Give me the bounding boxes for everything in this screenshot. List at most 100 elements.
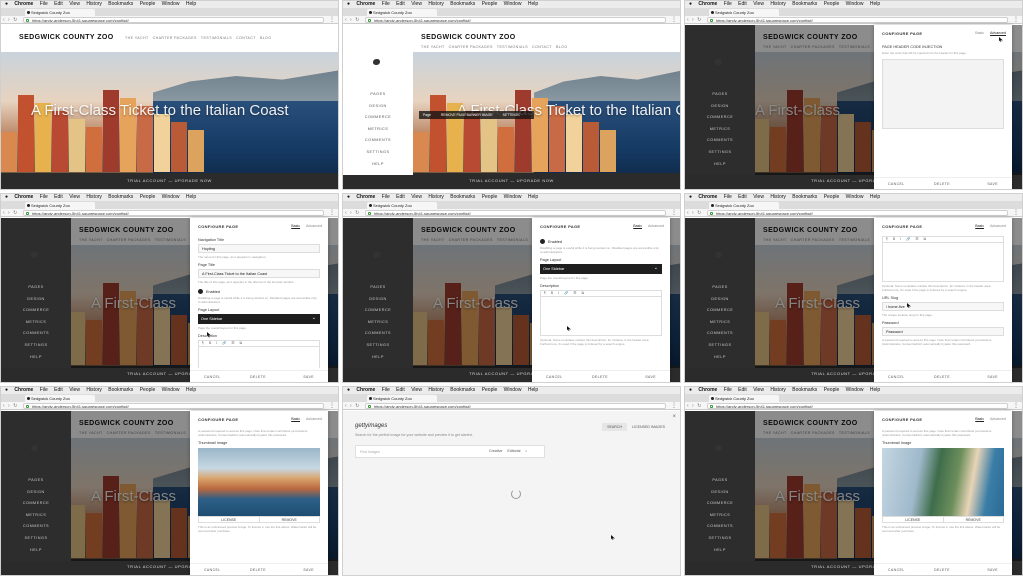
sidebar-item-comments[interactable]: COMMENTS (685, 521, 755, 533)
tab-basic[interactable]: Basic (291, 224, 300, 228)
tab-basic[interactable]: Basic (975, 224, 984, 228)
sidebar-item-metrics[interactable]: METRICS (1, 317, 71, 329)
menu-history[interactable]: History (428, 1, 444, 7)
sidebar-item-comments[interactable]: COMMENTS (343, 135, 413, 147)
option-editorial[interactable]: Editorial (507, 449, 520, 453)
delete-button[interactable]: DELETE (934, 182, 950, 186)
sidebar-item-commerce[interactable]: COMMERCE (685, 112, 755, 124)
save-button[interactable]: SAVE (303, 568, 314, 572)
menu-help[interactable]: Help (870, 387, 880, 393)
menu-edit[interactable]: Edit (396, 387, 405, 393)
sidebar-item-metrics[interactable]: METRICS (1, 510, 71, 522)
sidebar-item-help[interactable]: HELP (1, 545, 71, 557)
page-layout-select[interactable]: One Sidebar (540, 263, 662, 274)
sidebar-item-pages[interactable]: PAGES (685, 89, 755, 101)
menu-window[interactable]: Window (162, 387, 180, 393)
tab-advanced[interactable]: Advanced (990, 224, 1006, 228)
menu-chrome[interactable]: Chrome (14, 387, 33, 393)
delete-button[interactable]: DELETE (250, 375, 266, 379)
nav-buttons[interactable]: ‹ › ↻ (3, 209, 18, 217)
menu-file[interactable]: File (40, 194, 48, 200)
menu-people[interactable]: People (824, 1, 840, 7)
menu-bookmarks[interactable]: Bookmarks (108, 1, 133, 7)
address-bar[interactable]: https://andy-anderson-5h41.squarespace.c… (23, 210, 324, 216)
menu-view[interactable]: View (411, 387, 422, 393)
site-nav-item[interactable]: CONTACT (532, 45, 552, 49)
sidebar-item-comments[interactable]: COMMENTS (343, 328, 413, 340)
nav-buttons[interactable]: ‹ › ↻ (687, 209, 702, 217)
password-input[interactable]: Password (882, 327, 1004, 336)
trial-account-banner[interactable]: TRIAL ACCOUNT — UPGRADE NOW (343, 173, 680, 189)
menu-view[interactable]: View (411, 1, 422, 7)
nav-buttons[interactable]: ‹ › ↻ (345, 16, 360, 24)
sidebar-item-pages[interactable]: PAGES (685, 282, 755, 294)
menu-view[interactable]: View (69, 1, 80, 7)
menu-help[interactable]: Help (870, 194, 880, 200)
tab-basic[interactable]: Basic (291, 417, 300, 421)
sidebar-item-commerce[interactable]: COMMERCE (685, 305, 755, 317)
menu-file[interactable]: File (382, 194, 390, 200)
chrome-menu-icon[interactable]: ⋮ (671, 402, 677, 410)
tab-basic[interactable]: Basic (633, 224, 642, 228)
menu-people[interactable]: People (140, 387, 156, 393)
menu-bookmarks[interactable]: Bookmarks (792, 1, 817, 7)
tab-search[interactable]: SEARCH (602, 423, 628, 431)
browser-tab[interactable]: Sedgwick County Zoo (709, 9, 779, 16)
menu-history[interactable]: History (86, 1, 102, 7)
delete-button[interactable]: DELETE (592, 375, 608, 379)
site-logo[interactable]: SEDGWICK COUNTY ZOO (421, 34, 516, 41)
menu-edit[interactable]: Edit (738, 1, 747, 7)
sidebar-item-metrics[interactable]: METRICS (685, 124, 755, 136)
menu-help[interactable]: Help (528, 194, 538, 200)
tab-advanced[interactable]: Advanced (990, 31, 1006, 35)
squarespace-logo-icon[interactable] (715, 252, 722, 258)
chrome-menu-icon[interactable]: ⋮ (1013, 16, 1019, 24)
sidebar-item-metrics[interactable]: METRICS (343, 317, 413, 329)
menu-window[interactable]: Window (846, 387, 864, 393)
menu-chrome[interactable]: Chrome (356, 1, 375, 7)
menu-window[interactable]: Window (504, 1, 522, 7)
nav-buttons[interactable]: ‹ › ↻ (3, 402, 18, 410)
save-button[interactable]: SAVE (987, 568, 998, 572)
sidebar-item-metrics[interactable]: METRICS (685, 510, 755, 522)
sidebar-item-design[interactable]: DESIGN (343, 294, 413, 306)
menu-view[interactable]: View (753, 1, 764, 7)
apple-icon[interactable]: ● (347, 194, 350, 200)
tab-basic[interactable]: Basic (975, 417, 984, 421)
cancel-button[interactable]: CANCEL (204, 375, 221, 379)
enabled-toggle[interactable]: Enabled (198, 289, 320, 294)
menu-help[interactable]: Help (870, 1, 880, 7)
description-editor[interactable] (540, 296, 662, 336)
menu-chrome[interactable]: Chrome (356, 387, 375, 393)
page-title-input[interactable]: A First-Class Ticket to the Italian Coas… (198, 269, 320, 278)
menu-help[interactable]: Help (186, 1, 196, 7)
site-nav-item[interactable]: TESTIMONIALS (497, 45, 528, 49)
apple-icon[interactable]: ● (5, 1, 8, 7)
menu-view[interactable]: View (753, 387, 764, 393)
menu-help[interactable]: Help (528, 387, 538, 393)
sidebar-item-settings[interactable]: SETTINGS (343, 340, 413, 352)
browser-tab[interactable]: Sedgwick County Zoo (25, 202, 95, 209)
delete-button[interactable]: DELETE (250, 568, 266, 572)
nav-title-input[interactable]: Hoyting (198, 244, 320, 253)
site-nav-item[interactable]: BLOG (556, 45, 568, 49)
browser-tab[interactable]: Sedgwick County Zoo (25, 395, 95, 402)
license-button[interactable]: LICENSE (199, 517, 260, 522)
tab-advanced[interactable]: Advanced (990, 417, 1006, 421)
menu-chrome[interactable]: Chrome (698, 1, 717, 7)
browser-tab[interactable]: Sedgwick County Zoo (709, 202, 779, 209)
sidebar-item-pages[interactable]: PAGES (343, 282, 413, 294)
nav-buttons[interactable]: ‹ › ↻ (687, 402, 702, 410)
save-button[interactable]: SAVE (645, 375, 656, 379)
tab-licensed-images[interactable]: LICENSED IMAGES (627, 423, 670, 431)
site-nav-item[interactable]: CONTACT (236, 36, 256, 40)
squarespace-logo-icon[interactable] (31, 445, 38, 451)
sidebar-item-pages[interactable]: PAGES (1, 282, 71, 294)
sidebar-item-metrics[interactable]: METRICS (343, 124, 413, 136)
menu-people[interactable]: People (824, 387, 840, 393)
sidebar-item-design[interactable]: DESIGN (1, 294, 71, 306)
menu-history[interactable]: History (428, 387, 444, 393)
address-bar[interactable]: https://andy-anderson-5h41.squarespace.c… (365, 210, 666, 216)
nav-buttons[interactable]: ‹ › ↻ (687, 16, 702, 24)
menu-file[interactable]: File (724, 194, 732, 200)
